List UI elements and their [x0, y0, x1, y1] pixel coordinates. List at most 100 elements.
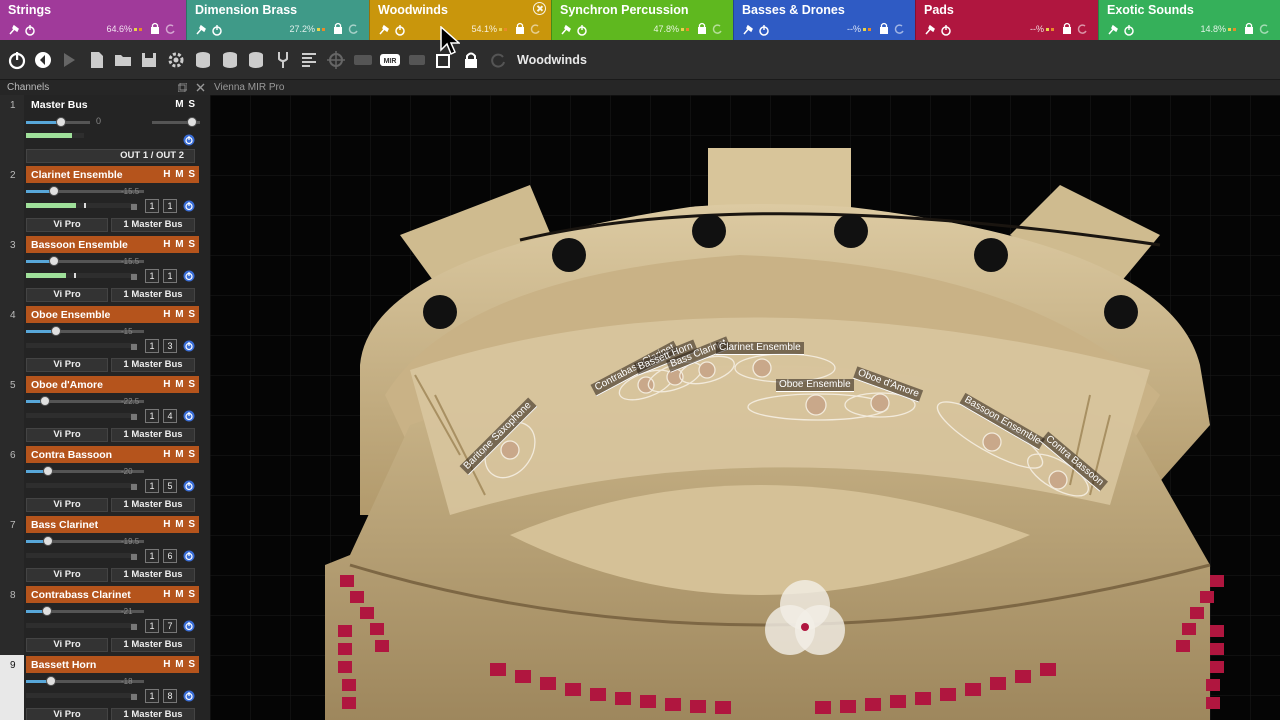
input-source[interactable]: Vi Pro — [26, 288, 108, 302]
channel-strip[interactable]: 8 Contrabass Clarinet H M S -21 1 7 Vi Pro 1 Ma… — [0, 585, 210, 655]
input-source[interactable]: Vi Pro — [26, 498, 108, 512]
lock-icon[interactable] — [879, 22, 889, 34]
input-channel-b[interactable]: 1 — [163, 199, 177, 213]
master-bus-strip[interactable]: 1 Master Bus M S 0 OUT 1 / OUT 2 — [0, 95, 210, 165]
project-tab[interactable]: Exotic Sounds 14.8% — [1098, 0, 1280, 40]
edit-pen-icon[interactable] — [195, 24, 207, 36]
sync-icon[interactable] — [164, 23, 176, 35]
channel-strip[interactable]: 5 Oboe d'Amore H M S -22.5 1 4 Vi Pro 1 Master … — [0, 375, 210, 445]
project-tab[interactable]: Woodwinds 54.1% — [369, 0, 551, 40]
volume-knob[interactable] — [43, 536, 54, 546]
edit-pen-icon[interactable] — [378, 24, 390, 36]
sync-icon[interactable] — [1258, 23, 1270, 35]
hide-mute-solo-buttons[interactable]: H M S — [163, 169, 195, 180]
project-tab[interactable]: Pads --% — [915, 0, 1098, 40]
volume-slider[interactable]: -22.5 — [26, 396, 144, 406]
power-icon[interactable] — [7, 50, 27, 70]
database-save-icon[interactable] — [246, 50, 266, 70]
input-source[interactable]: Vi Pro — [26, 358, 108, 372]
power-icon[interactable] — [24, 24, 36, 36]
project-tab[interactable]: Dimension Brass 27.2% — [186, 0, 369, 40]
project-tab[interactable]: Basses & Drones --% — [733, 0, 915, 40]
output-destination[interactable]: 1 Master Bus — [111, 568, 195, 582]
edit-pen-icon[interactable] — [560, 24, 572, 36]
output-settings-icon[interactable] — [183, 270, 195, 282]
power-icon[interactable] — [758, 24, 770, 36]
output-settings-icon[interactable] — [183, 340, 195, 352]
volume-knob[interactable] — [39, 396, 50, 406]
new-file-icon[interactable] — [87, 50, 107, 70]
sync-icon[interactable] — [711, 23, 723, 35]
settings-gear-icon[interactable] — [166, 50, 186, 70]
label-oboe-ensemble[interactable]: Oboe Ensemble — [776, 379, 854, 392]
hide-mute-solo-buttons[interactable]: H M S — [163, 309, 195, 320]
lock-icon[interactable] — [515, 22, 525, 34]
play-icon[interactable] — [59, 50, 79, 70]
channel-header[interactable]: Contra Bassoon H M S — [26, 446, 199, 463]
output-route[interactable]: OUT 1 / OUT 2 — [26, 149, 195, 163]
text-align-icon[interactable] — [299, 50, 319, 70]
volume-knob[interactable] — [45, 676, 56, 686]
power-icon[interactable] — [394, 24, 406, 36]
channel-header[interactable]: Oboe Ensemble H M S — [26, 306, 199, 323]
keyboard-2-icon[interactable] — [407, 50, 427, 70]
volume-slider[interactable]: -20 — [26, 466, 144, 476]
output-settings-icon[interactable] — [183, 620, 195, 632]
input-channel-a[interactable]: 1 — [145, 479, 159, 493]
output-settings-icon[interactable] — [183, 480, 195, 492]
hide-mute-solo-buttons[interactable]: H M S — [163, 239, 195, 250]
volume-knob[interactable] — [50, 326, 61, 336]
power-icon[interactable] — [211, 24, 223, 36]
power-icon[interactable] — [1123, 24, 1135, 36]
input-source[interactable]: Vi Pro — [26, 708, 108, 720]
input-channel-b[interactable]: 5 — [163, 479, 177, 493]
volume-slider[interactable]: -21 — [26, 606, 144, 616]
panic-icon[interactable] — [33, 50, 53, 70]
close-tab-icon[interactable] — [533, 2, 546, 15]
sync-icon[interactable] — [488, 50, 508, 70]
lock-icon[interactable] — [1062, 22, 1072, 34]
output-settings-icon[interactable] — [183, 690, 195, 702]
output-destination[interactable]: 1 Master Bus — [111, 638, 195, 652]
output-destination[interactable]: 1 Master Bus — [111, 428, 195, 442]
detach-icon[interactable] — [178, 83, 187, 92]
lock-icon[interactable] — [1244, 22, 1254, 34]
hide-mute-solo-buttons[interactable]: H M S — [163, 659, 195, 670]
channel-header[interactable]: Bassoon Ensemble H M S — [26, 236, 199, 253]
volume-slider[interactable]: -15.5 — [26, 186, 144, 196]
input-source[interactable]: Vi Pro — [26, 568, 108, 582]
output-settings-icon[interactable] — [183, 410, 195, 422]
pan-slider[interactable] — [152, 117, 200, 127]
lock-icon[interactable] — [150, 22, 160, 34]
input-channel-a[interactable]: 1 — [145, 619, 159, 633]
edit-pen-icon[interactable] — [1107, 24, 1119, 36]
channel-header[interactable]: Bassett Horn H M S — [26, 656, 199, 673]
open-folder-icon[interactable] — [113, 50, 133, 70]
channel-header[interactable]: Oboe d'Amore H M S — [26, 376, 199, 393]
input-channel-a[interactable]: 1 — [145, 409, 159, 423]
input-source[interactable]: Vi Pro — [26, 638, 108, 652]
output-destination[interactable]: 1 Master Bus — [111, 288, 195, 302]
label-clarinet-ensemble[interactable]: Clarinet Ensemble — [716, 342, 804, 355]
volume-slider[interactable]: -18 — [26, 676, 144, 686]
sync-icon[interactable] — [529, 23, 541, 35]
power-icon[interactable] — [576, 24, 588, 36]
output-destination[interactable]: 1 Master Bus — [111, 498, 195, 512]
input-channel-a[interactable]: 1 — [145, 269, 159, 283]
channel-strip[interactable]: 2 Clarinet Ensemble H M S -15.5 1 1 Vi Pro 1 Ma… — [0, 165, 210, 235]
input-channel-b[interactable]: 7 — [163, 619, 177, 633]
hide-mute-solo-buttons[interactable]: H M S — [163, 379, 195, 390]
project-tab[interactable]: Synchron Percussion 47.8% — [551, 0, 733, 40]
input-channel-b[interactable]: 4 — [163, 409, 177, 423]
edit-pen-icon[interactable] — [8, 24, 20, 36]
edit-pen-icon[interactable] — [924, 24, 936, 36]
volume-slider[interactable] — [26, 117, 90, 127]
channel-strip[interactable]: 6 Contra Bassoon H M S -20 1 5 Vi Pro 1 Master … — [0, 445, 210, 515]
sync-icon[interactable] — [347, 23, 359, 35]
input-channel-b[interactable]: 3 — [163, 339, 177, 353]
channel-header[interactable]: Clarinet Ensemble H M S — [26, 166, 199, 183]
mir-stage-view[interactable]: Baritone Saxophone Contrabass Clarinet B… — [210, 95, 1280, 720]
input-channel-a[interactable]: 1 — [145, 339, 159, 353]
output-destination[interactable]: 1 Master Bus — [111, 218, 195, 232]
hide-mute-solo-buttons[interactable]: H M S — [163, 589, 195, 600]
